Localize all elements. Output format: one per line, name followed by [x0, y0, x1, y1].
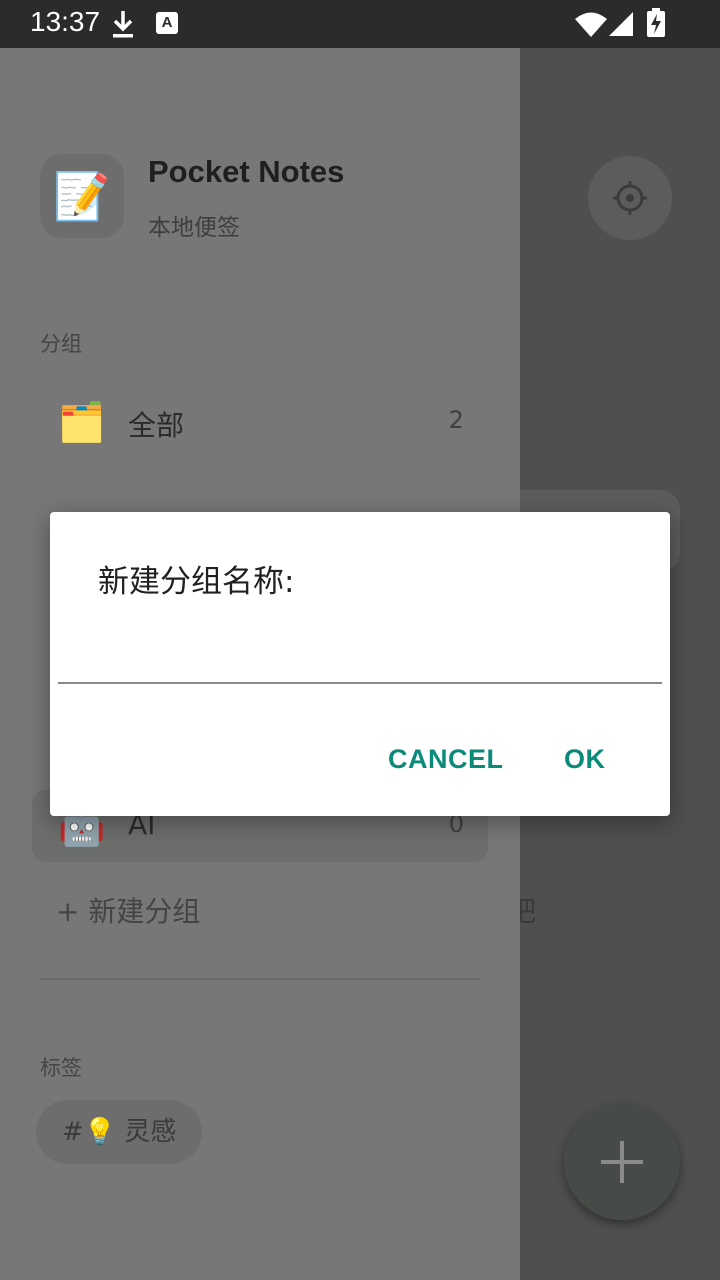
new-group-button[interactable]: + 新建分组 [56, 890, 200, 930]
signal-icon [609, 12, 633, 36]
download-icon [113, 11, 133, 38]
groups-section-label: 分组 [40, 332, 82, 356]
dialog-title: 新建分组名称: [98, 564, 295, 600]
group-label: 全部 [128, 409, 185, 442]
add-note-button[interactable] [564, 1104, 680, 1220]
plus-icon [601, 1141, 643, 1183]
settings-button[interactable] [588, 156, 672, 240]
group-count: 2 [448, 406, 464, 434]
divider [40, 978, 480, 980]
new-group-dialog: 新建分组名称: CANCEL OK [50, 512, 670, 816]
tags-section-label: 标签 [40, 1056, 82, 1080]
ok-button[interactable]: OK [564, 744, 606, 775]
status-bar: 13:37 A [0, 0, 720, 48]
settings-icon [613, 181, 647, 215]
folder-icon: 🗂️ [58, 400, 106, 444]
cancel-button[interactable]: CANCEL [388, 744, 504, 775]
app-subtitle: 本地便签 [148, 215, 240, 241]
status-time: 13:37 [30, 6, 101, 37]
group-name-input[interactable] [58, 642, 662, 684]
battery-charging-icon [647, 8, 665, 37]
group-item-all[interactable]: 🗂️ 全部 2 [32, 386, 488, 458]
notification-a-icon: A [156, 12, 178, 34]
app-logo-icon: 📝 [40, 154, 124, 238]
app-title: Pocket Notes [148, 154, 345, 189]
wifi-icon [575, 12, 607, 37]
tag-chip-inspiration[interactable]: #💡 灵感 [36, 1100, 203, 1164]
